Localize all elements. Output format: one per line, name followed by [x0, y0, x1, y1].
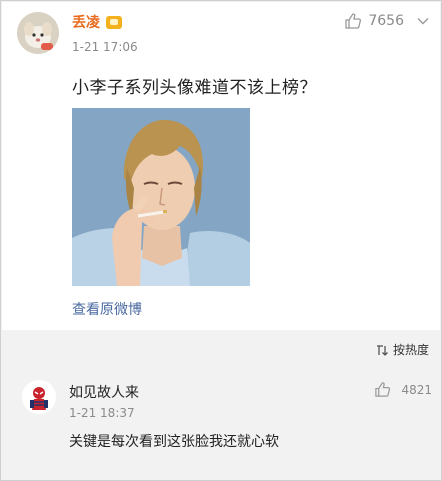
post-like-count: 7656 [368, 13, 404, 29]
post-text: 小李子系列头像难道不该上榜？ [72, 78, 317, 98]
post-photo[interactable] [72, 108, 250, 286]
post-time: 1-21 17:06 [72, 40, 138, 54]
sort-icon [376, 344, 388, 356]
weibo-post: 丢凌 1-21 17:06 7656 小李子系列头像难道不该上榜？ 查看原微博 [2, 2, 440, 330]
comment-like-button[interactable]: 4821 [374, 381, 432, 398]
comment-time: 1-21 18:37 [69, 406, 135, 420]
thumbs-up-icon [345, 13, 362, 29]
spiderman-avatar-image [22, 380, 56, 414]
comment-avatar[interactable] [22, 380, 56, 414]
comment-text: 关键是每次看到这张脸我还就心软 [69, 434, 279, 450]
view-original-link[interactable]: 查看原微博 [72, 299, 142, 319]
comment-item: 如见故人来 1-21 18:37 4821 关键是每次看到这张脸我还就心软 [2, 363, 440, 480]
comment-like-count: 4821 [401, 382, 432, 397]
post-photo-image [72, 108, 250, 286]
comment-author[interactable]: 如见故人来 [69, 382, 139, 402]
chevron-down-icon[interactable] [416, 14, 430, 28]
sort-label: 按热度 [392, 343, 429, 357]
author-name-row: 丢凌 [72, 12, 122, 32]
screenshot-frame: 丢凌 1-21 17:06 7656 小李子系列头像难道不该上榜？ 查看原微博 … [0, 0, 442, 481]
vip-badge-icon [106, 15, 122, 29]
post-like-button[interactable]: 7656 [344, 12, 404, 30]
sort-toggle[interactable]: 按热度 [376, 341, 429, 358]
puppy-avatar-image [17, 12, 59, 54]
thumbs-up-icon [375, 382, 391, 397]
author-avatar[interactable] [17, 12, 59, 54]
author-name[interactable]: 丢凌 [72, 12, 100, 32]
